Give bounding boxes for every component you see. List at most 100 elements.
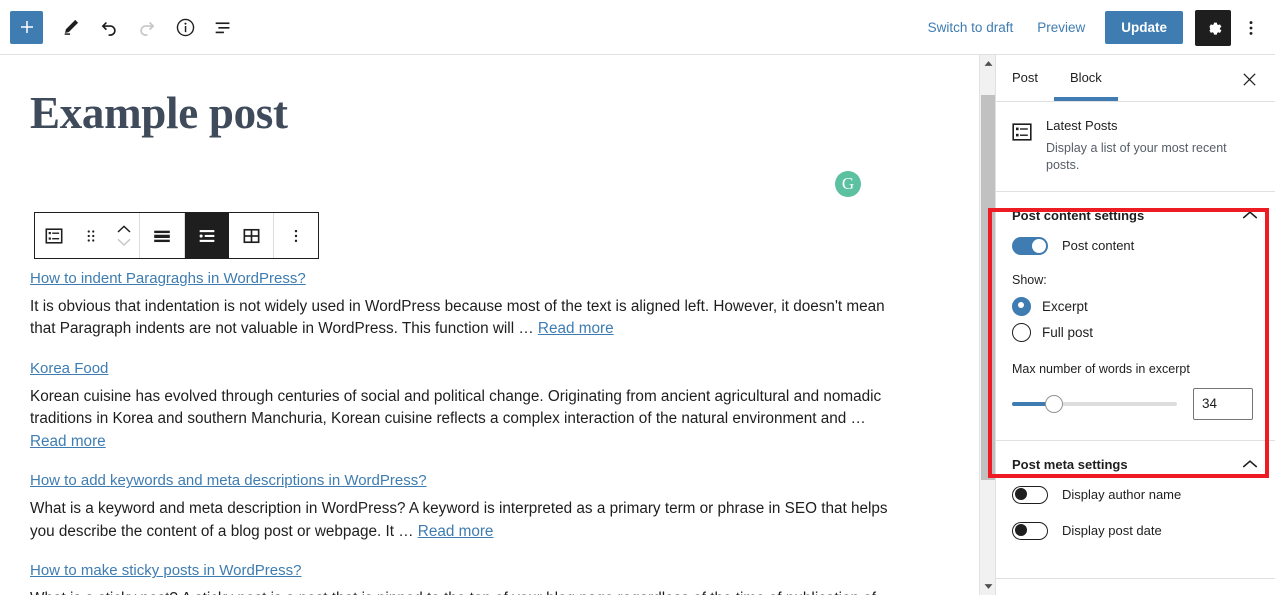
display-post-date-toggle[interactable] [1012,521,1048,540]
toggle-knob [1032,238,1046,253]
editor-scrollbar[interactable] [979,55,996,595]
list-item: How to add keywords and meta description… [30,472,890,543]
panel-post-meta-settings-body: Display author name Display post date [996,485,1275,578]
display-author-name-toggle[interactable] [1012,485,1048,504]
top-bar-right-actions: Switch to draft Preview Update [916,0,1267,55]
list-layout-button[interactable] [185,213,229,258]
block-more-options-button[interactable] [274,213,318,258]
align-full-width-icon [154,230,170,242]
block-toolbar-group-more [274,213,318,258]
panel-post-meta-settings-header[interactable]: Post meta settings [996,441,1275,486]
radio-excerpt-label: Excerpt [1042,298,1088,314]
chevron-up-icon [117,225,131,233]
update-button[interactable]: Update [1105,11,1183,44]
grammarly-letter: G [841,174,855,193]
redo-button[interactable] [129,9,165,45]
block-movers [109,213,139,258]
block-toolbar-group-block [35,213,140,258]
align-button[interactable] [140,213,184,258]
preview-button[interactable]: Preview [1025,14,1097,41]
undo-arrow-icon [101,21,116,36]
read-more-link[interactable]: Read more [538,320,614,337]
list-view-button[interactable] [205,9,241,45]
radio-excerpt[interactable]: Excerpt [1012,296,1259,316]
block-info-card: Latest Posts Display a list of your most… [996,102,1275,192]
tools-pencil-button[interactable] [53,9,89,45]
max-words-label: Max number of words in excerpt [1012,361,1190,376]
post-link[interactable]: Korea Food [30,360,108,377]
show-label: Show: [1012,272,1047,287]
tab-post[interactable]: Post [996,55,1054,101]
post-link[interactable]: How to add keywords and meta description… [30,472,427,489]
gear-icon [1209,22,1222,35]
post-title[interactable]: Example post [30,87,288,139]
drag-dots-icon [87,229,94,242]
block-toolbar-group-align [140,213,185,258]
block-toolbar-group-layout [185,213,274,258]
grid-layout-icon [243,228,259,243]
panel-post-content-settings: Post content settings Post content Show:… [996,192,1275,441]
post-content-toggle[interactable] [1012,236,1048,255]
move-up-button[interactable] [116,224,132,234]
post-excerpt: Korean cuisine has evolved through centu… [30,386,890,453]
list-item: Korea Food Korean cuisine has evolved th… [30,360,890,453]
info-circle-icon [176,18,194,36]
toggle-knob [1015,488,1027,500]
more-vertical-icon [1249,20,1253,35]
switch-to-draft-button[interactable]: Switch to draft [916,14,1026,41]
wordpress-block-editor: Switch to draft Preview Update Example p… [0,0,1275,595]
list-layout-icon [199,229,215,242]
plus-icon [20,21,33,33]
slider-thumb[interactable] [1045,394,1063,413]
close-sidebar-button[interactable] [1235,65,1263,93]
settings-sidebar: Post Block Latest Posts Display a list o… [995,55,1275,595]
post-excerpt: What is a keyword and meta description i… [30,498,890,543]
read-more-link[interactable]: Read more [418,523,494,540]
toggle-knob [1015,524,1027,536]
radio-full-post-indicator[interactable] [1012,322,1031,342]
chevron-up-icon [984,61,992,66]
scrollbar-thumb[interactable] [981,95,995,480]
grammarly-icon[interactable]: G [835,171,861,197]
chevron-down-icon [984,584,992,589]
move-down-button[interactable] [116,237,132,247]
chevron-up-icon[interactable] [1241,209,1259,221]
post-content-toggle-label: Post content [1062,238,1135,253]
panel-post-content-settings-body: Post content Show: Excerpt Full post Max… [996,236,1275,440]
radio-excerpt-indicator[interactable] [1012,296,1031,316]
max-words-slider[interactable] [1012,394,1177,414]
chevron-down-icon [117,238,131,247]
scroll-up-arrow[interactable] [980,55,996,72]
latest-posts-block-icon [45,227,62,244]
list-item: How to make sticky posts in WordPress? W… [30,562,890,595]
pencil-icon [64,19,79,35]
block-description: Display a list of your most recent posts… [1046,141,1227,173]
post-link[interactable]: How to make sticky posts in WordPress? [30,562,301,579]
display-post-date-label: Display post date [1062,523,1162,538]
radio-full-post-label: Full post [1042,324,1094,340]
sidebar-tabs: Post Block [996,55,1275,102]
scroll-down-arrow[interactable] [980,578,996,595]
editor-canvas[interactable]: Example post G How to indent Paragraghs … [0,55,962,595]
post-excerpt-text: Korean cuisine has evolved through centu… [30,387,882,428]
more-options-button[interactable] [1235,10,1267,46]
chevron-up-icon[interactable] [1241,458,1259,470]
radio-full-post[interactable]: Full post [1012,322,1259,342]
grid-layout-button[interactable] [229,213,273,258]
post-link[interactable]: How to indent Paragraghs in WordPress? [30,270,306,287]
tab-block[interactable]: Block [1054,55,1118,101]
redo-arrow-icon [140,21,155,36]
add-block-button[interactable] [10,10,43,44]
display-author-name-label: Display author name [1062,487,1182,502]
block-type-button[interactable] [35,213,72,258]
drag-handle-button[interactable] [72,213,109,258]
settings-button[interactable] [1195,9,1231,46]
max-words-input[interactable] [1193,387,1253,420]
undo-button[interactable] [91,9,127,45]
close-icon [1242,72,1256,86]
more-vertical-icon [294,229,298,242]
panel-title: Post meta settings [1012,456,1128,472]
read-more-link[interactable]: Read more [30,433,106,450]
panel-post-content-settings-header[interactable]: Post content settings [996,192,1275,237]
post-details-button[interactable] [167,9,203,45]
